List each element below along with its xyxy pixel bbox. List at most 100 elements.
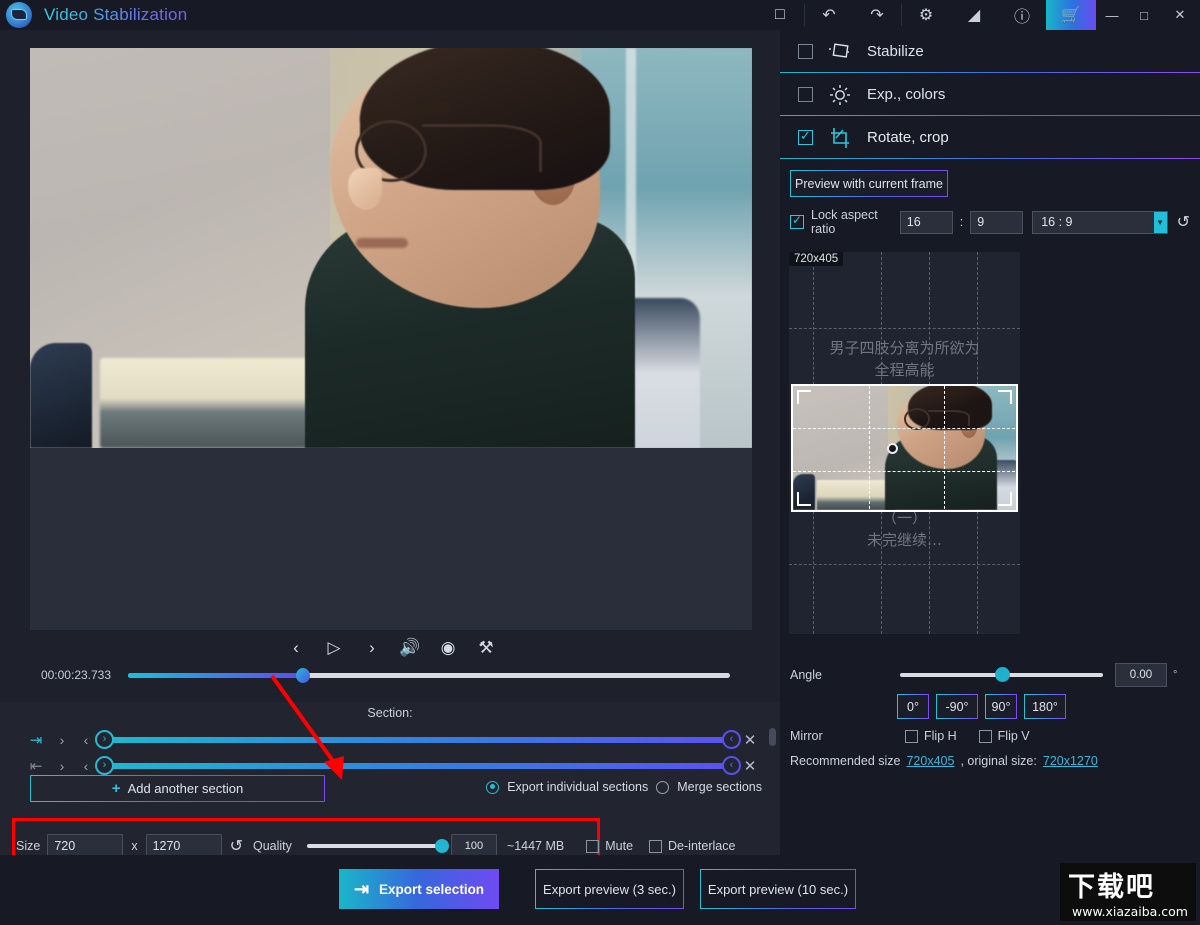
play-icon[interactable]: ▷	[321, 635, 347, 661]
crop-preview[interactable]: 男子四肢分离为所欲为 全程高能 （一） 未完继续… 720x405	[789, 252, 1020, 634]
fullscreen-toggle-icon[interactable]: □	[756, 0, 804, 30]
angle-value-input[interactable]	[1115, 663, 1167, 687]
angle-slider[interactable]	[900, 667, 1103, 682]
flip-h-checkbox[interactable]	[905, 729, 918, 743]
preview-with-current-frame-button[interactable]: Preview with current frame	[790, 170, 948, 197]
undo-icon[interactable]: ↶	[805, 0, 853, 30]
overlay-top-line-2: 全程高能	[874, 361, 935, 379]
panel-section-rotate-crop[interactable]: Rotate, crop	[780, 116, 1200, 159]
radio-export-individual[interactable]	[486, 780, 500, 794]
section-remove-2[interactable]: ✕	[738, 757, 762, 775]
add-section-label: Add another section	[127, 781, 244, 796]
section-start-icon[interactable]: ⇥	[22, 731, 50, 749]
rotate-0-button[interactable]: 0°	[897, 694, 929, 719]
angle-slider-thumb[interactable]	[994, 667, 1010, 682]
radio-merge-sections[interactable]	[656, 780, 670, 794]
aspect-preset-dropdown[interactable]: 16 : 9 ▼	[1032, 210, 1168, 234]
redo-icon[interactable]: ↷	[853, 0, 901, 30]
timeline-scrubber[interactable]	[128, 667, 730, 683]
mute-checkbox[interactable]	[586, 839, 600, 853]
crop-thirds-h1	[793, 428, 1016, 429]
stabilize-checkbox[interactable]	[798, 44, 813, 59]
exposure-label: Exp., colors	[867, 86, 946, 103]
exposure-checkbox[interactable]	[798, 87, 813, 102]
section-handle-right-1[interactable]: ‹	[722, 730, 741, 749]
angle-row: Angle °	[790, 662, 1190, 688]
video-player[interactable]	[30, 48, 752, 630]
timeline-thumb[interactable]	[295, 667, 310, 683]
section-scrollbar-thumb[interactable]	[769, 728, 776, 746]
chevron-down-icon[interactable]: ▼	[1153, 211, 1167, 233]
export-individual-label: Export individual sections	[507, 780, 649, 794]
angle-label: Angle	[790, 668, 822, 682]
aspect-width-input[interactable]	[899, 210, 953, 234]
deinterlace-option[interactable]: De-interlace	[649, 839, 735, 853]
section-chevron-right-1[interactable]: ›	[50, 732, 74, 748]
crop-handle-bottom-right[interactable]	[998, 492, 1012, 506]
export-preview-3sec-button[interactable]: Export preview (3 sec.)	[535, 869, 684, 909]
contrast-icon[interactable]: ◢	[950, 0, 998, 30]
section-chevron-right-2[interactable]: ›	[50, 758, 74, 774]
size-reset-icon[interactable]: ↺	[230, 836, 243, 856]
video-subject-glasses-arm	[422, 124, 542, 172]
aspect-height-input[interactable]	[970, 210, 1024, 234]
merge-sections-label: Merge sections	[677, 780, 762, 794]
original-size-link[interactable]: 720x1270	[1043, 754, 1098, 768]
rotate-minus90-button[interactable]: -90°	[936, 694, 978, 719]
crop-handle-top-right[interactable]	[998, 390, 1012, 404]
section-handle-left-2[interactable]: ›	[95, 756, 114, 775]
mute-option[interactable]: Mute	[586, 839, 633, 853]
export-selection-button[interactable]: ⇥ Export selection	[339, 869, 499, 909]
section-remove-1[interactable]: ✕	[738, 731, 762, 749]
volume-icon[interactable]: 🔊	[397, 635, 423, 661]
aspect-reset-icon[interactable]: ↺	[1177, 212, 1190, 232]
minimize-button[interactable]: —	[1096, 0, 1128, 30]
lock-aspect-ratio-checkbox[interactable]	[790, 213, 804, 229]
export-icon: ⇥	[353, 878, 370, 899]
cart-icon[interactable]: 🛒	[1046, 0, 1096, 30]
crop-selection-box[interactable]	[791, 384, 1018, 512]
crop-guide-h2	[789, 564, 1020, 565]
export-mode-radios: Export individual sections Merge section…	[486, 780, 762, 794]
previous-frame-icon[interactable]: ‹	[283, 635, 309, 661]
wrench-settings-icon[interactable]: ⚒	[473, 635, 499, 661]
flip-h-option[interactable]: Flip H	[905, 729, 957, 743]
preview-area: ‹ ▷ › 🔊 ◉ ⚒ 00:00:23.733 Section: ⇥ › ‹ …	[0, 30, 780, 885]
crop-handle-top-left[interactable]	[797, 390, 811, 404]
crop-center-handle[interactable]	[886, 443, 898, 454]
panel-section-stabilize[interactable]: Stabilize	[780, 30, 1200, 73]
rotate-180-button[interactable]: 180°	[1024, 694, 1066, 719]
crop-handle-bottom-left[interactable]	[797, 492, 811, 506]
quality-slider-thumb[interactable]	[434, 839, 449, 853]
player-controls: ‹ ▷ › 🔊 ◉ ⚒	[30, 634, 752, 662]
eye-preview-icon[interactable]: ◉	[435, 635, 461, 661]
maximize-button[interactable]: □	[1128, 0, 1160, 30]
section-handle-left-1[interactable]: ›	[95, 730, 114, 749]
mirror-row: Mirror Flip H Flip V	[790, 729, 1190, 743]
close-button[interactable]: ✕	[1160, 0, 1200, 30]
flip-v-checkbox[interactable]	[978, 729, 992, 743]
flip-h-label: Flip H	[924, 729, 957, 743]
panel-section-exposure[interactable]: Exp., colors	[780, 73, 1200, 116]
video-desk-object	[100, 358, 340, 448]
flip-v-option[interactable]: Flip V	[978, 729, 1030, 743]
deinterlace-checkbox[interactable]	[649, 839, 663, 853]
section-end-icon[interactable]: ⇤	[22, 757, 50, 775]
watermark: 下载吧 www.xiazaiba.com	[1060, 863, 1196, 921]
quality-slider[interactable]	[306, 839, 449, 853]
next-frame-icon[interactable]: ›	[359, 635, 385, 661]
rotate-crop-checkbox[interactable]	[798, 128, 813, 145]
section-range-slider-1[interactable]: › ‹	[95, 730, 741, 749]
info-icon[interactable]: ⓘ	[998, 0, 1046, 30]
export-preview-10sec-button[interactable]: Export preview (10 sec.)	[700, 869, 856, 909]
rotate-90-button[interactable]: 90°	[985, 694, 1017, 719]
crop-icon	[827, 127, 853, 149]
watermark-url: www.xiazaiba.com	[1072, 904, 1188, 919]
aspect-ratio-row: Lock aspect ratio : 16 : 9 ▼ ↺	[790, 208, 1190, 236]
add-another-section-button[interactable]: + Add another section	[30, 775, 325, 802]
section-handle-right-2[interactable]: ‹	[722, 756, 741, 775]
recommended-size-link[interactable]: 720x405	[906, 754, 954, 768]
section-range-slider-2[interactable]: › ‹	[95, 756, 741, 775]
gear-icon[interactable]: ⚙	[902, 0, 950, 30]
video-bag-object	[30, 343, 92, 448]
